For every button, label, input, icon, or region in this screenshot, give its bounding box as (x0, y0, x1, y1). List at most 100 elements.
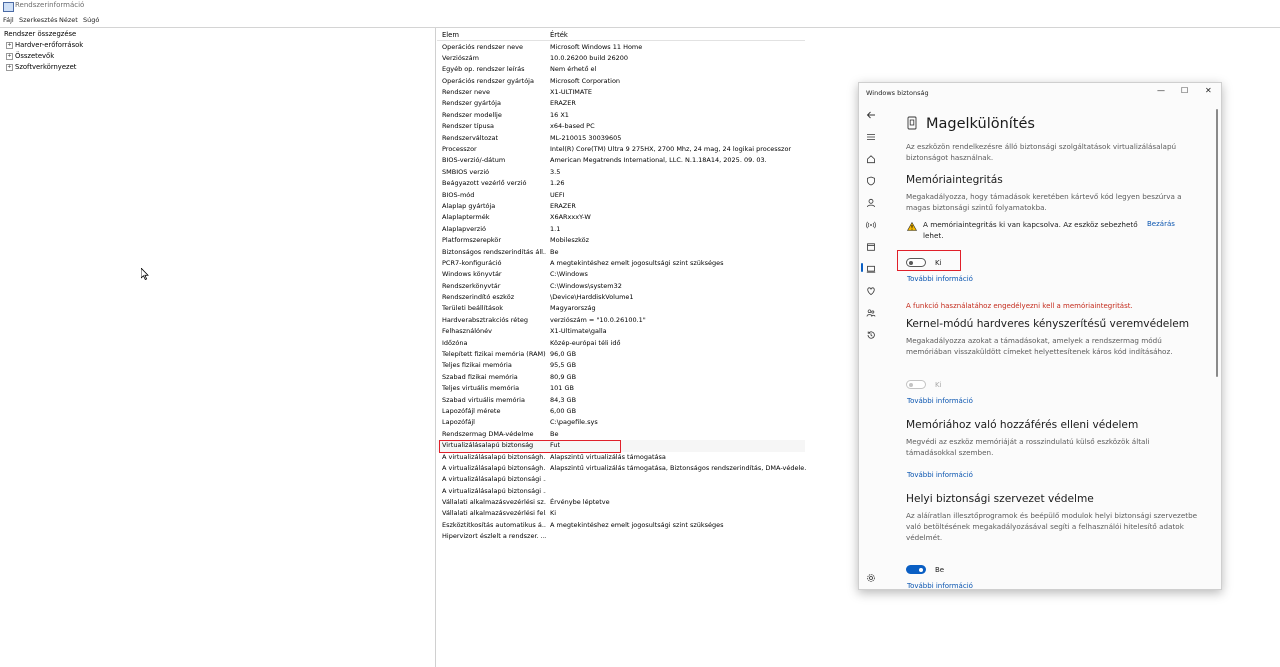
menu-icon[interactable] (866, 132, 876, 142)
row-value: 96,0 GB (550, 350, 577, 359)
row-item: A virtualizálásalapú biztonságh... (442, 463, 546, 472)
close-button[interactable]: ✕ (1205, 86, 1212, 95)
table-row[interactable]: SMBIOS verzió 3.5 (437, 167, 805, 178)
row-item: BIOS-mód (442, 190, 475, 199)
kernel-stack-more-link[interactable]: További információ (907, 397, 973, 405)
table-row[interactable]: Alaplapverzió 1.1 (437, 224, 805, 235)
column-header-value[interactable]: Érték (550, 31, 568, 39)
table-row[interactable]: Rendszerkönyvtár C:\Windows\system32 (437, 281, 805, 292)
row-value: Be (550, 429, 559, 438)
table-row[interactable]: Telepített fizikai memória (RAM) 96,0 GB (437, 349, 805, 360)
menu-help[interactable]: Súgó (83, 16, 99, 24)
row-item: Szabad virtuális memória (442, 395, 525, 404)
table-row[interactable]: Rendszerváltozat ML-210015 30039605 (437, 133, 805, 144)
table-row[interactable]: Alaplaptermék X6ARxxxY-W (437, 212, 805, 223)
table-row[interactable]: Eszköztitkosítás automatikus á... A megte… (437, 520, 805, 531)
expand-icon[interactable]: + (6, 41, 13, 49)
menu-view[interactable]: Nézet (59, 16, 78, 24)
table-row[interactable]: A virtualizálásalapú biztonsági ... (437, 486, 805, 497)
table-row[interactable]: Lapozófájl mérete 6,00 GB (437, 406, 805, 417)
table-row[interactable]: Biztonságos rendszerindítás áll... Be (437, 247, 805, 258)
minimize-button[interactable]: — (1157, 86, 1165, 95)
row-value: Nem érhető el (550, 65, 597, 74)
row-value: 84,3 GB (550, 395, 577, 404)
lsa-protection-toggle-label: Be (935, 566, 945, 574)
expand-icon[interactable]: + (6, 52, 13, 60)
table-row[interactable]: Hardverabsztrakciós réteg verziószám = "1… (437, 315, 805, 326)
table-row[interactable]: Teljes fizikai memória 95,5 GB (437, 360, 805, 371)
table-row[interactable]: Szabad virtuális memória 84,3 GB (437, 395, 805, 406)
table-row[interactable]: Alaplap gyártója ERAZER (437, 201, 805, 212)
lsa-protection-toggle[interactable] (906, 565, 926, 574)
table-row[interactable]: Vállalati alkalmazásvezérlési fel... Ki (437, 508, 805, 519)
table-row[interactable]: Rendszer neve X1-ULTIMATE (437, 87, 805, 98)
table-row[interactable]: A virtualizálásalapú biztonságh... Alapsz… (437, 452, 805, 463)
table-row[interactable]: Verziószám 10.0.26200 build 26200 (437, 53, 805, 64)
table-row[interactable]: A virtualizálásalapú biztonsági ... (437, 474, 805, 485)
table-row[interactable]: Rendszerindító eszköz \Device\HarddiskVol… (437, 292, 805, 303)
table-row[interactable]: Vállalati alkalmazásvezérlési sz... Érvén… (437, 497, 805, 508)
column-header-item[interactable]: Elem (442, 31, 459, 39)
app-browser-icon[interactable] (866, 242, 876, 252)
back-arrow-icon[interactable] (866, 110, 876, 120)
table-row[interactable]: Felhasználónév X1-Ultimate\galla (437, 326, 805, 337)
health-icon[interactable] (866, 286, 876, 296)
maximize-button[interactable]: ☐ (1181, 86, 1188, 95)
home-icon[interactable] (866, 154, 876, 164)
expand-icon[interactable]: + (6, 63, 13, 71)
table-row[interactable]: BIOS-verzió/-dátum American Megatrends In… (437, 155, 805, 166)
table-row[interactable]: Teljes virtuális memória 101 GB (437, 383, 805, 394)
tree-item-hardware[interactable]: + Hardver-erőforrások (6, 41, 83, 49)
table-row[interactable]: A virtualizálásalapú biztonságh... Alapsz… (437, 463, 806, 474)
shield-icon[interactable] (866, 176, 876, 186)
row-value: X6ARxxxY-W (550, 213, 591, 222)
dialog-title: Windows biztonság (866, 89, 929, 97)
memory-integrity-warning: A memóriaintegritás ki van kapcsolva. Az… (923, 220, 1138, 240)
tree-item-components[interactable]: + Összetevők (6, 52, 54, 60)
family-icon[interactable] (866, 308, 876, 318)
table-row[interactable]: Hipervizort észlelt a rendszer. ... (437, 531, 805, 542)
table-row[interactable]: Platformszerepkör Mobileszköz (437, 235, 805, 246)
tree-root[interactable]: Rendszer összegzése (4, 30, 76, 38)
memory-access-desc: Megvédi az eszköz memóriáját a rosszindu… (906, 437, 1150, 457)
row-item: Teljes fizikai memória (442, 361, 512, 370)
table-row[interactable]: Időzóna Közép-európai téli idő (437, 338, 805, 349)
table-row[interactable]: Processzor Intel(R) Core(TM) Ultra 9 275H… (437, 144, 805, 155)
row-item: Rendszerváltozat (442, 133, 499, 142)
table-row[interactable]: Operációs rendszer gyártója Microsoft Cor… (437, 76, 805, 87)
row-item: Telepített fizikai memória (RAM) (442, 350, 546, 359)
table-row[interactable]: Rendszermag DMA-védelme Be (437, 429, 805, 440)
device-security-icon[interactable] (866, 264, 876, 274)
table-row[interactable]: Lapozófájl C:\pagefile.sys (437, 417, 805, 428)
table-row[interactable]: Egyéb op. rendszer leírás Nem érhető el (437, 64, 805, 75)
account-icon[interactable] (866, 198, 876, 208)
table-row[interactable]: Rendszer típusa x64-based PC (437, 121, 805, 132)
table-row[interactable]: Operációs rendszer neve Microsoft Windows… (437, 42, 805, 53)
row-value: C:\pagefile.sys (550, 418, 598, 427)
settings-gear-icon[interactable] (866, 573, 876, 583)
row-value: Alapszintű virtualizálás támogatása (550, 452, 666, 461)
network-icon[interactable] (866, 220, 876, 230)
table-row[interactable]: PCR7-konfiguráció A megtekintéshez emelt … (437, 258, 805, 269)
tree-pane: Rendszer összegzése + Hardver-erőforrások… (0, 28, 436, 667)
memory-integrity-more-link[interactable]: További információ (907, 275, 973, 283)
kernel-stack-toggle[interactable] (906, 380, 926, 389)
row-value: 80,9 GB (550, 372, 577, 381)
dismiss-warning-link[interactable]: Bezárás (1147, 220, 1175, 228)
menu-file[interactable]: Fájl (3, 16, 14, 24)
scrollbar[interactable] (1216, 109, 1218, 377)
lsa-protection-more-link[interactable]: További információ (907, 582, 973, 590)
table-row[interactable]: Területi beállítások Magyarország (437, 303, 805, 314)
table-row[interactable]: Rendszer modellje 16 X1 (437, 110, 805, 121)
tree-item-software[interactable]: + Szoftverkörnyezet (6, 63, 76, 71)
table-row[interactable]: Rendszer gyártója ERAZER (437, 98, 805, 109)
table-row[interactable]: Beágyazott vezérlő verzió 1.26 (437, 178, 805, 189)
table-row[interactable]: Szabad fizikai memória 80,9 GB (437, 372, 805, 383)
table-row[interactable]: Windows könyvtár C:\Windows (437, 269, 805, 280)
table-row[interactable]: BIOS-mód UEFI (437, 190, 805, 201)
memory-access-more-link[interactable]: További információ (907, 471, 973, 479)
row-item: A virtualizálásalapú biztonsági ... (442, 486, 546, 495)
row-value: verziószám = "10.0.26100.1" (550, 315, 646, 324)
menu-edit[interactable]: Szerkesztés (19, 16, 57, 24)
history-icon[interactable] (866, 330, 876, 340)
